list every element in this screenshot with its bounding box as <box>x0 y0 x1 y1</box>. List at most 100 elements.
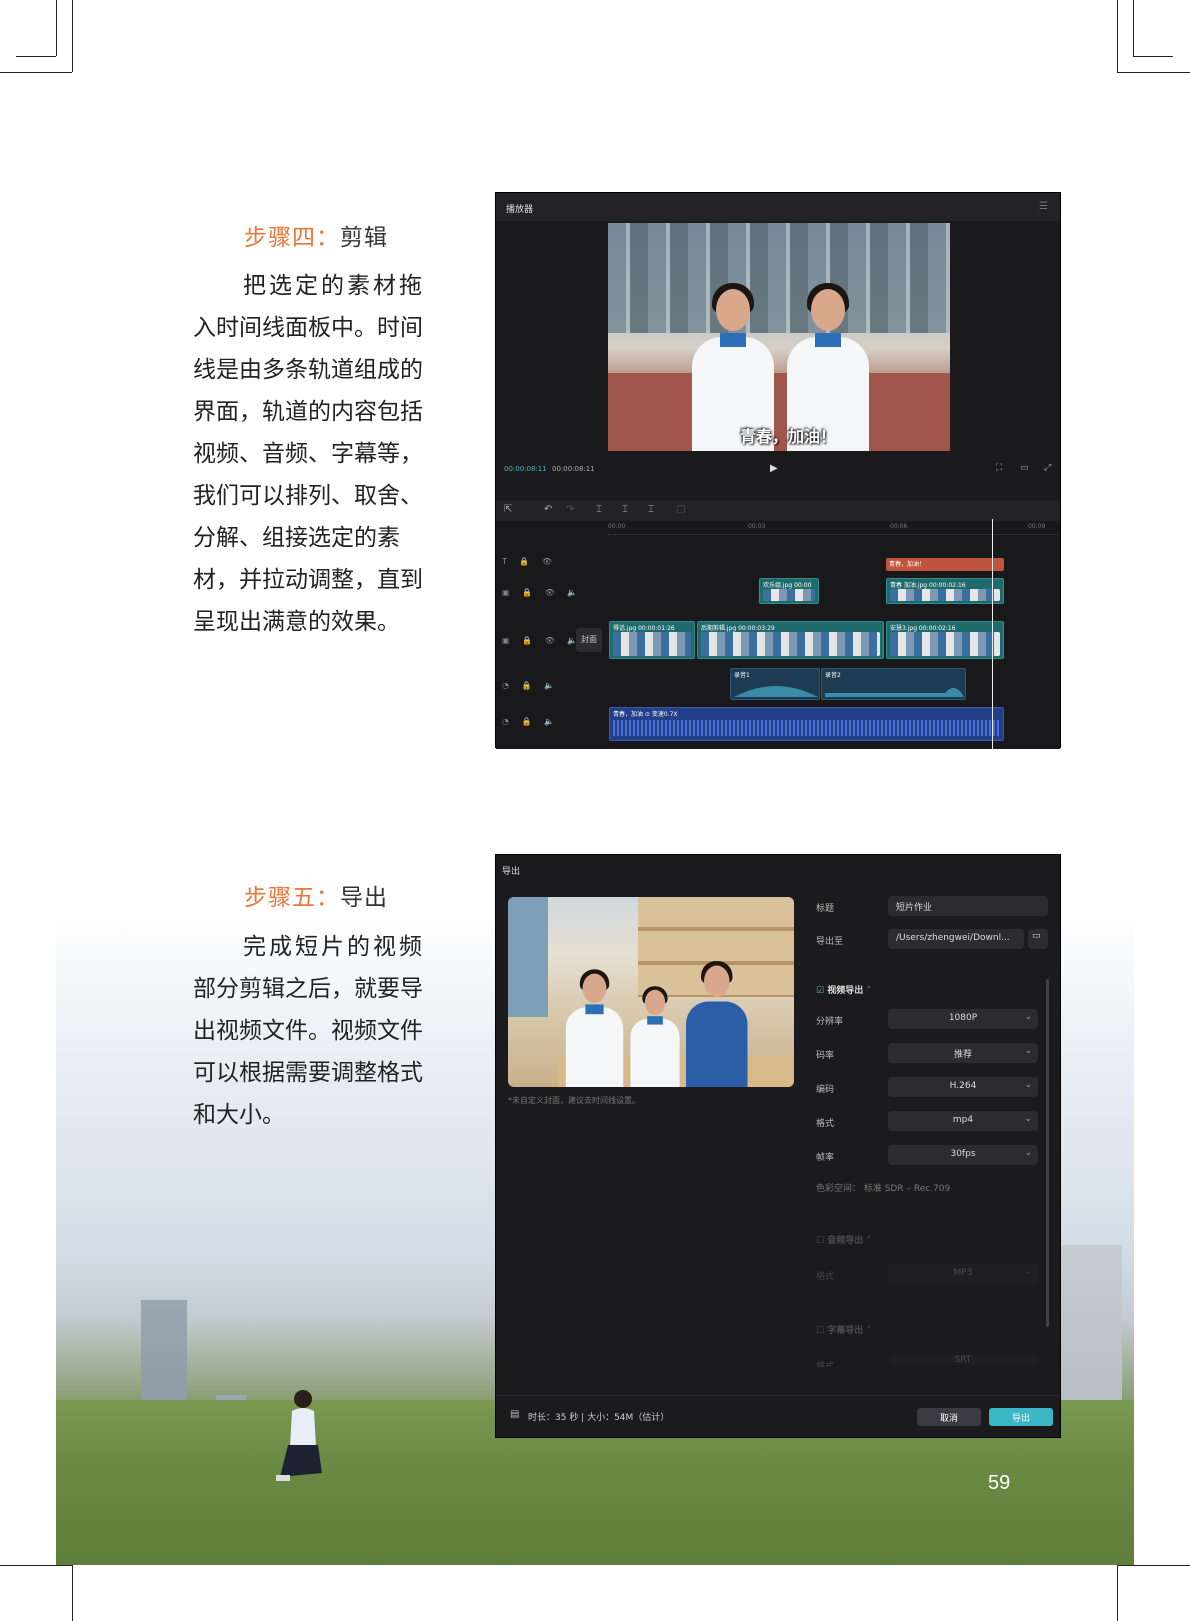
undo-icon[interactable]: ↶ <box>544 504 552 515</box>
student-figure <box>628 979 682 1087</box>
music-clip[interactable]: 青春，加油 ⊙ 变速0.7X <box>609 707 1004 741</box>
clip-label: 欢乐组.jpg 00:00 <box>763 582 812 589</box>
codec-select[interactable]: H.264 ⌄ <box>888 1077 1038 1097</box>
trim-right-icon[interactable]: ⌶ <box>648 504 654 515</box>
scrollbar[interactable] <box>1046 979 1049 1327</box>
audio-format-select[interactable]: MP3 ⌄ <box>888 1264 1038 1284</box>
bitrate-select[interactable]: 推荐 ⌄ <box>888 1043 1038 1063</box>
cancel-button[interactable]: 取消 <box>917 1408 981 1426</box>
crop-mark <box>0 72 72 73</box>
ratio-icon[interactable]: ▭ <box>1020 463 1029 473</box>
text-line: 界面，轨道的内容包括 <box>193 399 423 425</box>
chevron-down-icon: ⌄ <box>1024 1267 1032 1277</box>
text-line: 和大小。 <box>193 1102 285 1128</box>
player-title: 播放器 <box>506 205 534 215</box>
duration-size-info: 时长：35 秒 | 大小：54M（估计） <box>528 1413 670 1423</box>
text-track-header[interactable]: T 🔒 👁 <box>502 557 557 566</box>
clip-label: 得话.jpg 00:00:01:26 <box>613 625 675 632</box>
export-footer: ▤ 时长：35 秒 | 大小：54M（估计） 取消 导出 <box>496 1395 1060 1437</box>
overlay-clip[interactable]: 欢乐组.jpg 00:00 <box>759 578 819 604</box>
current-time: 00:00:08:11 <box>504 465 547 473</box>
text-line: 把选定的素材拖 <box>243 273 425 299</box>
main-clip[interactable]: 安慧3.jpg 00:00:02:16 <box>886 621 1004 659</box>
subtitle-export-section[interactable]: ☐ 字幕导出 ˄ <box>816 1323 871 1336</box>
waveform <box>825 687 964 697</box>
crop-mark <box>1117 0 1118 72</box>
field-label: 帧率 <box>816 1153 835 1163</box>
subtitle-format-select[interactable]: SRT <box>888 1355 1038 1365</box>
video-subtitle: 青春，加油！ <box>740 427 837 446</box>
field-label: 码率 <box>816 1051 835 1061</box>
audio-export-section[interactable]: ☐ 音频导出 ˄ <box>816 1233 871 1246</box>
main-track-header[interactable]: ▣ 🔒 👁 🔈 <box>502 636 582 645</box>
expand-icon[interactable]: ⤢ <box>1044 463 1051 473</box>
cover-button[interactable]: 封面 <box>576 628 602 652</box>
crop-mark <box>0 1565 72 1566</box>
main-clip[interactable]: 得话.jpg 00:00:01:26 <box>609 621 695 659</box>
clip-label: 后期剪辑.jpg 00:00:03:29 <box>701 625 775 632</box>
fullscreen-icon[interactable]: ⛶ <box>996 463 1002 473</box>
chevron-down-icon: ⌄ <box>1024 1080 1032 1090</box>
audio-track-header[interactable]: ◔ 🔒 🔈 <box>502 681 559 690</box>
step5-paragraph: 完成短片的视频 部分剪辑之后，就要导 出视频文件。视频文件 可以根据需要调整格式… <box>193 926 438 1136</box>
crop-mark <box>72 1565 73 1621</box>
folder-icon[interactable]: ▭ <box>1028 929 1048 949</box>
step4-paragraph: 把选定的素材拖 入时间线面板中。时间 线是由多条轨道组成的 界面，轨道的内容包括… <box>193 265 438 643</box>
text-line: 分解、组接选定的素 <box>193 525 400 551</box>
export-button[interactable]: 导出 <box>989 1408 1053 1426</box>
format-select[interactable]: mp4 ⌄ <box>888 1111 1038 1131</box>
crop-mark <box>1117 1565 1118 1621</box>
framerate-select[interactable]: 30fps ⌄ <box>888 1145 1038 1165</box>
clip-label: 青春 加油.jpg 00:00:02:16 <box>890 582 966 589</box>
clip-label: 安慧3.jpg 00:00:02:16 <box>890 625 956 632</box>
play-icon[interactable]: ▶ <box>770 463 778 474</box>
crop-mark <box>56 0 57 56</box>
waveform <box>734 686 818 697</box>
step4-heading: 步骤四：剪辑 <box>244 218 388 252</box>
ruler-tick: 00:09 <box>1028 523 1046 530</box>
select-value: MP3 <box>953 1268 973 1278</box>
select-value: SRT <box>954 1355 972 1365</box>
audio-clip[interactable]: 录音1 <box>730 668 820 700</box>
resolution-select[interactable]: 1080P ⌄ <box>888 1009 1038 1029</box>
crop-mark <box>1133 56 1173 57</box>
text-line: 线是由多条轨道组成的 <box>193 357 423 383</box>
select-value: 30fps <box>950 1149 976 1159</box>
delete-icon[interactable]: □ <box>676 504 685 515</box>
total-time: 00:00:08:11 <box>552 465 595 473</box>
text-line: 入时间线面板中。时间 <box>193 315 423 341</box>
clip-label: 录音1 <box>734 672 750 679</box>
crop-mark <box>1117 72 1190 73</box>
title-label: 标题 <box>816 904 835 914</box>
video-editor-window: 播放器 ☰ 青春，加油！ 00:00:08:11 00:00:08:11 ▶ ⛶… <box>495 192 1061 749</box>
main-clip[interactable]: 后期剪辑.jpg 00:00:03:29 <box>697 621 884 659</box>
cover-thumbnail <box>508 897 794 1087</box>
split-icon[interactable]: ⌶ <box>596 504 602 515</box>
video-export-section[interactable]: ☑ 视频导出 ˄ <box>816 983 871 996</box>
student-figure <box>683 952 751 1087</box>
ruler-tick: 00:03 <box>748 523 766 530</box>
text-clip[interactable]: 青春，加油！ <box>886 558 1004 571</box>
overlay-clip[interactable]: 青春 加油.jpg 00:00:02:16 <box>886 578 1004 604</box>
redo-icon[interactable]: ↷ <box>566 504 574 515</box>
student-figure <box>563 961 626 1087</box>
pointer-tool-icon[interactable]: ⇱ <box>504 504 512 515</box>
menu-icon[interactable]: ☰ <box>1039 201 1048 212</box>
text-line: 部分剪辑之后，就要导 <box>193 976 423 1002</box>
cover-note: *未自定义封面，建议去时间线设置。 <box>508 1096 640 1105</box>
trim-left-icon[interactable]: ⌶ <box>622 504 628 515</box>
crop-mark <box>72 0 73 72</box>
playhead[interactable] <box>992 519 993 749</box>
music-track-header[interactable]: ◔ 🔒 🔈 <box>502 717 559 726</box>
overlay-track-header[interactable]: ▣ 🔒 👁 🔈 <box>502 588 582 597</box>
audio-clip[interactable]: 录音2 <box>821 668 966 700</box>
text-line: 我们可以排列、取舍、 <box>193 483 423 509</box>
title-input[interactable]: 短片作业 <box>888 896 1048 916</box>
clip-label: 录音2 <box>825 672 841 679</box>
select-value: H.264 <box>949 1081 977 1091</box>
audio-export-label: 音频导出 <box>827 1236 864 1246</box>
page-number: 59 <box>988 1472 1011 1494</box>
checkbox-icon[interactable]: ☑ <box>816 986 824 996</box>
player-header: 播放器 ☰ <box>496 193 1060 221</box>
path-input[interactable]: /Users/zhengwei/Downl... <box>888 929 1024 949</box>
